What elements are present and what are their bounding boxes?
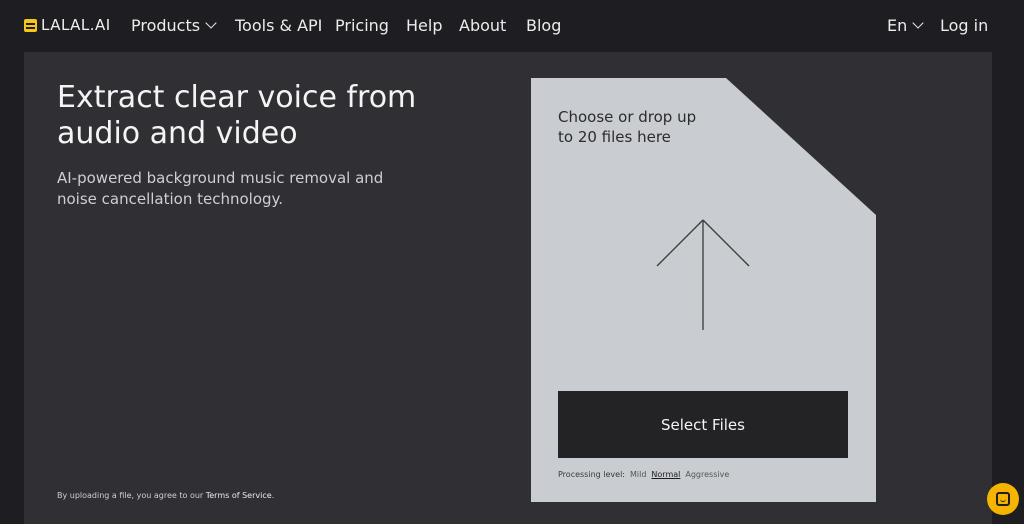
nav-tools-api[interactable]: Tools & API xyxy=(235,16,322,35)
chevron-down-icon xyxy=(912,17,924,29)
terms-of-service-link[interactable]: Terms of Service xyxy=(206,491,272,500)
terms-prefix: By uploading a file, you agree to our xyxy=(57,491,206,500)
logo-text: LALAL.AI xyxy=(41,16,111,34)
login-link[interactable]: Log in xyxy=(940,16,988,35)
logo[interactable]: LALAL.AI xyxy=(24,16,111,34)
nav-about[interactable]: About xyxy=(459,16,506,35)
nav-pricing-label: Pricing xyxy=(335,16,389,35)
nav-tools-api-label: Tools & API xyxy=(235,16,323,35)
nav-pricing[interactable]: Pricing xyxy=(335,16,389,35)
nav-help[interactable]: Help xyxy=(406,16,442,35)
chat-widget-button[interactable] xyxy=(987,483,1019,515)
hero-panel: Extract clear voice from audio and video… xyxy=(24,52,992,524)
upload-arrow-icon xyxy=(656,219,750,330)
processing-level-label: Processing level: xyxy=(558,470,625,479)
nav-products[interactable]: Products xyxy=(131,16,217,35)
chevron-down-icon xyxy=(205,17,217,29)
level-aggressive[interactable]: Aggressive xyxy=(685,470,729,479)
upload-prompt: Choose or drop up to 20 files here xyxy=(558,108,697,146)
language-label: En xyxy=(887,16,908,35)
logo-icon xyxy=(24,18,37,32)
nav-about-label: About xyxy=(459,16,507,35)
nav-products-label: Products xyxy=(131,16,201,35)
language-selector[interactable]: En xyxy=(887,16,924,35)
select-files-button[interactable]: Select Files xyxy=(558,391,848,458)
level-normal[interactable]: Normal xyxy=(651,470,680,479)
terms-suffix: . xyxy=(271,491,275,500)
top-nav: LALAL.AI Products Tools & API Pricing He… xyxy=(0,0,1024,52)
level-mild[interactable]: Mild xyxy=(630,470,646,479)
hero-headline: Extract clear voice from audio and video xyxy=(57,80,417,151)
upload-dropzone[interactable]: Choose or drop up to 20 files here Selec… xyxy=(531,78,876,502)
hero-subtitle: AI-powered background music removal and … xyxy=(57,169,384,208)
processing-level: Processing level: Mild Normal Aggressive xyxy=(558,470,729,479)
chat-icon xyxy=(996,492,1010,506)
terms-notice: By uploading a file, you agree to our Te… xyxy=(57,491,274,500)
login-label: Log in xyxy=(940,16,989,35)
nav-blog[interactable]: Blog xyxy=(526,16,561,35)
nav-blog-label: Blog xyxy=(526,16,562,35)
nav-help-label: Help xyxy=(406,16,443,35)
